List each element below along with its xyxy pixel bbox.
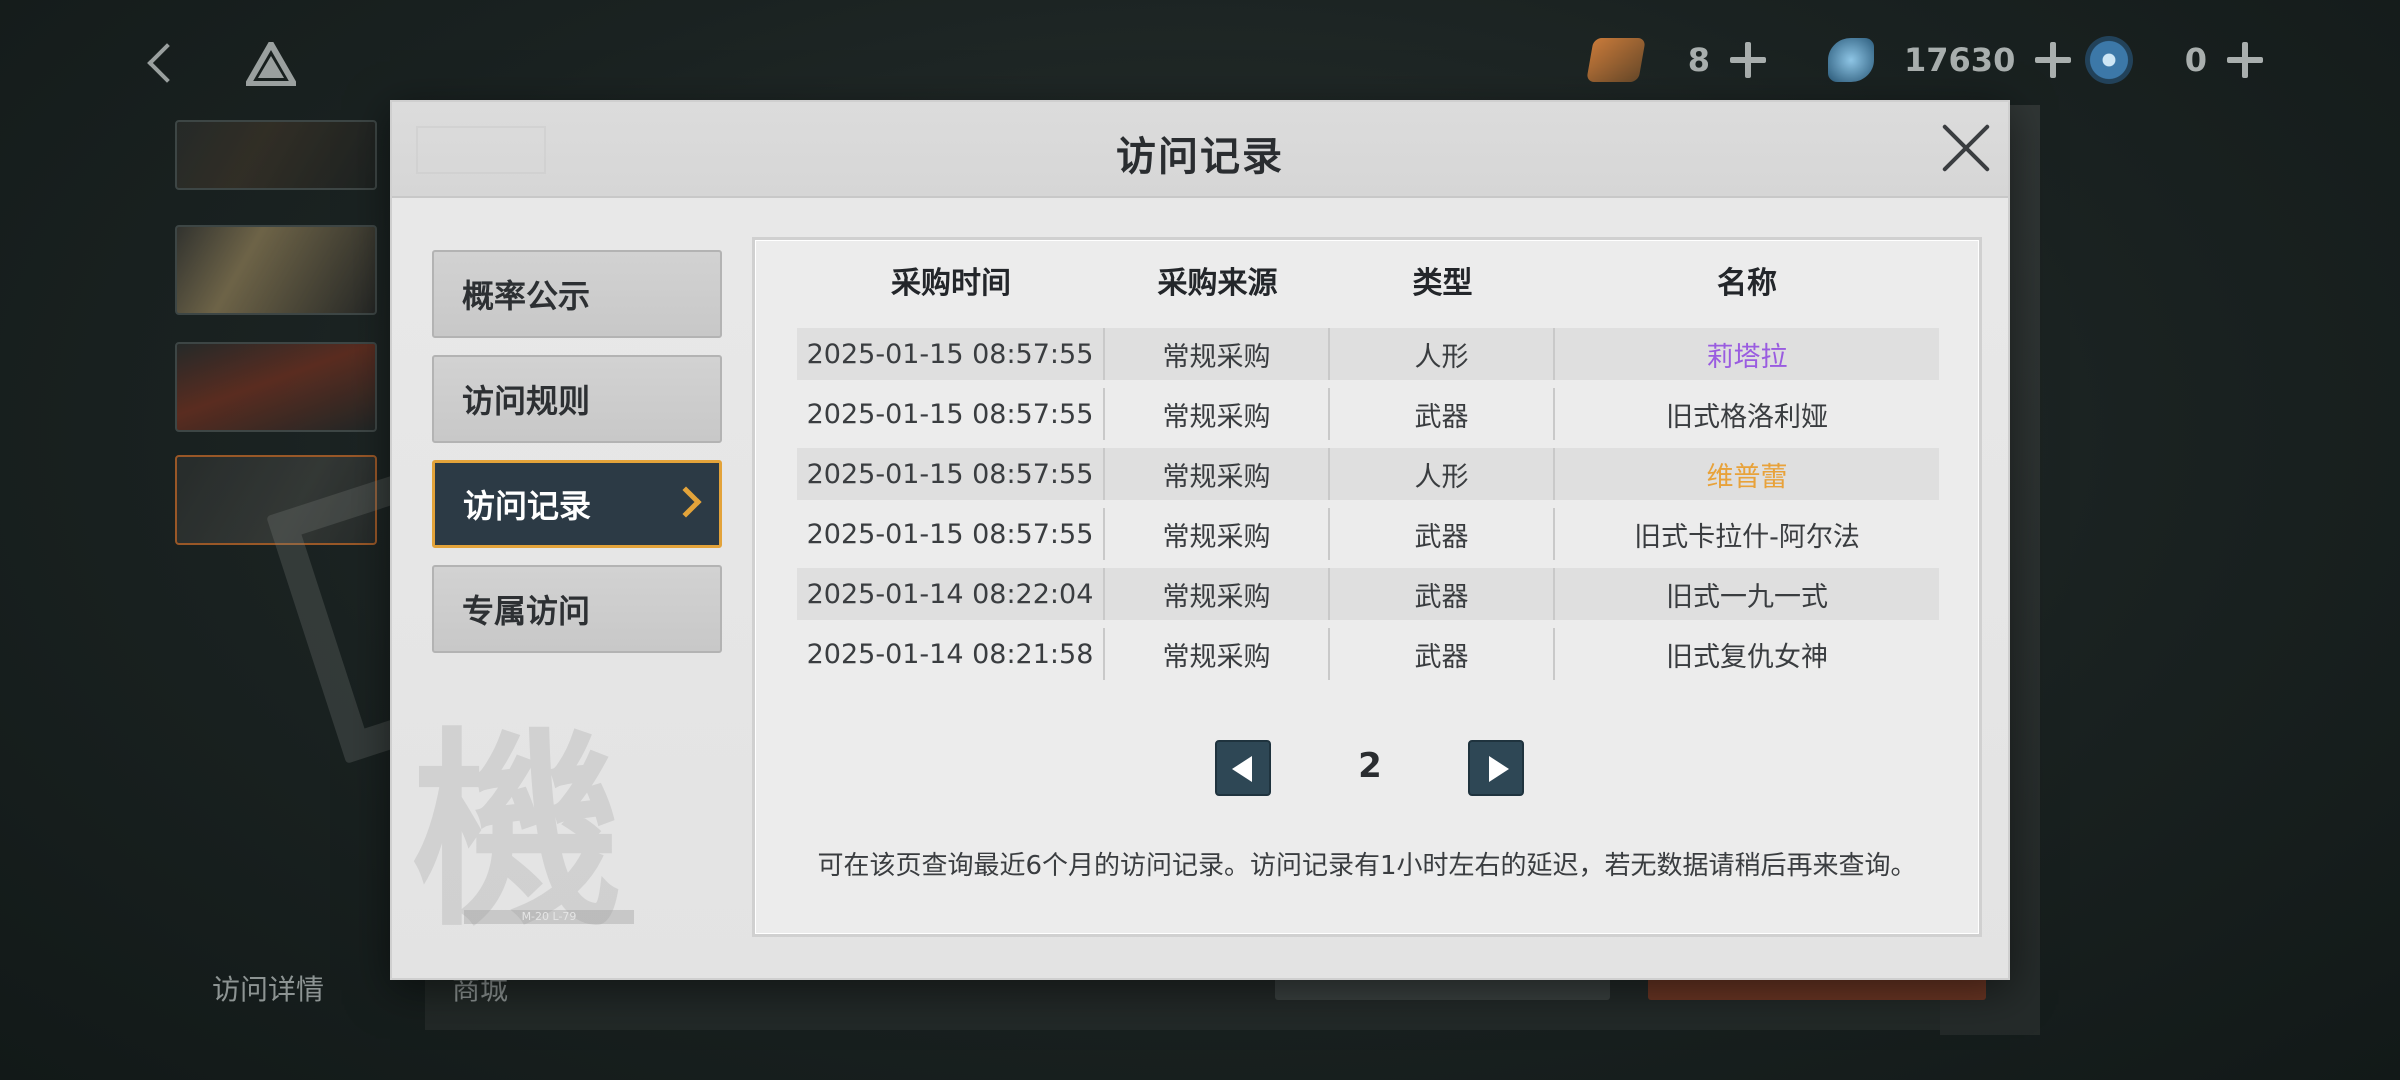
sidebar-item-label: 专属访问: [462, 592, 591, 630]
background-thumbnail: [175, 342, 377, 432]
sidebar-item-rules[interactable]: 访问规则: [432, 355, 722, 443]
table-row: 2025-01-15 08:57:55 常规采购 人形 维普蕾: [797, 448, 1939, 500]
ticket-icon: [1586, 38, 1646, 82]
cell-name: 莉塔拉: [1706, 341, 1788, 373]
cell-time: 2025-01-15 08:57:55: [797, 388, 1105, 440]
token-icon: [2085, 36, 2133, 84]
add-ticket-button[interactable]: [1730, 42, 1766, 78]
background-thumbnail: [175, 120, 377, 190]
cell-type: 人形: [1330, 328, 1555, 380]
cell-time: 2025-01-15 08:57:55: [797, 328, 1105, 380]
bottom-tab-details: 访问详情: [212, 973, 325, 1006]
cell-time: 2025-01-15 08:57:55: [797, 448, 1105, 500]
records-footnote: 可在该页查询最近6个月的访问记录。访问记录有1小时左右的延迟，若无数据请稍后再来…: [817, 851, 1917, 881]
currency-crystal: 17630: [1828, 34, 2072, 86]
sidebar-item-probability[interactable]: 概率公示: [432, 250, 722, 338]
currency-token: 0: [2085, 34, 2263, 86]
decoration-band: M-20 L-79: [464, 910, 634, 924]
cell-type: 武器: [1330, 508, 1555, 560]
table-row: 2025-01-14 08:22:04 常规采购 武器 旧式一九一式: [797, 568, 1939, 620]
cell-type: 武器: [1330, 568, 1555, 620]
cell-name: 维普蕾: [1706, 461, 1788, 493]
crystal-icon: [1828, 38, 1874, 82]
table-header: 采购时间 采购来源 类型 名称: [797, 258, 1939, 308]
table-row: 2025-01-15 08:57:55 常规采购 武器 旧式格洛利娅: [797, 388, 1939, 440]
dialog-header: 访问记录: [392, 102, 2008, 198]
add-crystal-button[interactable]: [2035, 42, 2072, 78]
cell-name: 旧式格洛利娅: [1666, 401, 1828, 433]
currency-value: 8: [1687, 41, 1710, 79]
cell-source: 常规采购: [1105, 568, 1330, 620]
records-panel: 采购时间 采购来源 类型 名称 2025-01-15 08:57:55 常规采购人…: [752, 237, 1982, 937]
cell-source: 常规采购: [1105, 388, 1330, 440]
currency-value: 17630: [1904, 41, 2016, 79]
pagination: 2: [755, 740, 1979, 800]
cell-time: 2025-01-14 08:21:58: [797, 628, 1105, 680]
add-token-button[interactable]: [2227, 42, 2263, 78]
dialog-title: 访问记录: [1116, 134, 1284, 180]
page-number: 2: [1358, 746, 1382, 786]
next-page-button[interactable]: [1468, 740, 1524, 796]
logo-icon: [246, 42, 296, 86]
currency-value: 0: [2184, 41, 2207, 79]
back-button[interactable]: [140, 38, 184, 88]
cell-source: 常规采购: [1105, 628, 1330, 680]
column-header-name: 名称: [1717, 266, 1777, 301]
cell-name: 旧式一九一式: [1666, 581, 1828, 613]
cell-source: 常规采购: [1105, 508, 1330, 560]
sidebar-item-label: 概率公示: [462, 277, 591, 315]
cell-time: 2025-01-14 08:22:04: [797, 568, 1105, 620]
cell-type: 武器: [1330, 388, 1555, 440]
chevron-right-icon: [670, 486, 702, 518]
cell-source: 常规采购: [1105, 448, 1330, 500]
sidebar-item-label: 访问记录: [463, 487, 592, 525]
column-header-source: 采购来源: [1157, 266, 1278, 301]
currency-ticket: 8: [1586, 34, 1766, 86]
sidebar-item-records[interactable]: 访问记录: [432, 460, 722, 548]
cell-type: 人形: [1330, 448, 1555, 500]
background-thumbnail: [175, 225, 377, 315]
cell-name: 旧式卡拉什-阿尔法: [1634, 521, 1860, 553]
column-header-time: 采购时间: [891, 266, 1011, 301]
close-button[interactable]: [1938, 120, 1994, 176]
column-header-type: 类型: [1412, 266, 1473, 301]
cell-name: 旧式复仇女神: [1666, 641, 1828, 673]
table-row: 2025-01-15 08:57:55 常规采购 武器 旧式卡拉什-阿尔法: [797, 508, 1939, 560]
table-row: 2025-01-14 08:21:58 常规采购 武器 旧式复仇女神: [797, 628, 1939, 680]
cell-time: 2025-01-15 08:57:55: [797, 508, 1105, 560]
sidebar-item-label: 访问规则: [462, 382, 591, 420]
sidebar-item-exclusive[interactable]: 专属访问: [432, 565, 722, 653]
table-row: 2025-01-15 08:57:55 常规采购 人形 莉塔拉: [797, 328, 1939, 380]
cell-source: 常规采购: [1105, 328, 1330, 380]
cell-type: 武器: [1330, 628, 1555, 680]
access-record-dialog: 访问记录 機 M-20 L-79 概率公示 访问规则 访问记录 专属访问 采购时…: [390, 100, 2010, 980]
previous-page-button[interactable]: [1215, 740, 1271, 796]
